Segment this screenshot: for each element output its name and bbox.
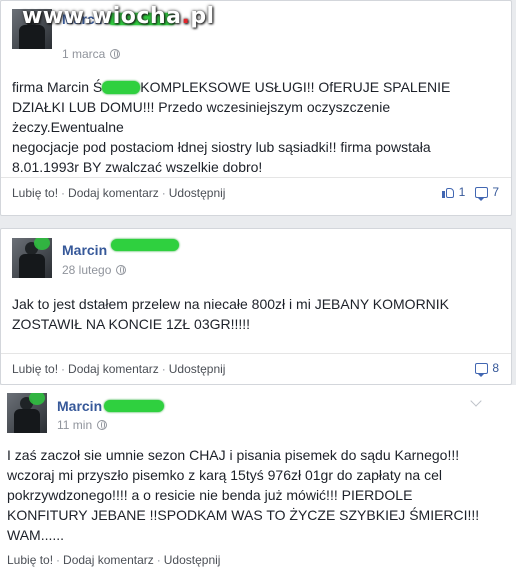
like-count: 1 <box>458 185 466 199</box>
chevron-down-icon[interactable] <box>470 395 482 407</box>
share-link[interactable]: Udostępnij <box>169 362 226 376</box>
comment-icon <box>475 186 489 201</box>
site-watermark: www.wiocha.pl <box>22 4 215 29</box>
censor-scribble <box>111 239 179 251</box>
post-counts[interactable]: 1 7 <box>441 185 499 201</box>
like-link[interactable]: Lubię to! <box>12 362 58 376</box>
post-time[interactable]: 28 lutego <box>62 263 127 277</box>
comment-link[interactable]: Dodaj komentarz <box>68 186 159 200</box>
post-3: Marcin 11 min I zaś zaczoł sie umnie sez… <box>0 385 516 572</box>
post-actions: Lubię to! · Dodaj komentarz · Udostępnij <box>7 553 221 567</box>
post-time[interactable]: 1 marca <box>62 47 121 61</box>
globe-icon <box>97 420 108 430</box>
share-link[interactable]: Udostępnij <box>169 186 226 200</box>
globe-icon <box>110 49 121 59</box>
post-actions: Lubię to! · Dodaj komentarz · Udostępnij <box>12 186 226 200</box>
post-2: Marcin 28 lutego Jak to jest dstałem prz… <box>0 228 512 385</box>
like-link[interactable]: Lubię to! <box>7 553 53 567</box>
thumbs-up-icon <box>441 186 455 198</box>
comment-link[interactable]: Dodaj komentarz <box>63 553 154 567</box>
censor-scribble <box>102 81 141 94</box>
comment-link[interactable]: Dodaj komentarz <box>68 362 159 376</box>
comment-count: 8 <box>492 361 499 375</box>
like-link[interactable]: Lubię to! <box>12 186 58 200</box>
post-text: Jak to jest dstałem przelew na niecałe 8… <box>12 296 450 332</box>
comment-count: 7 <box>492 185 499 199</box>
post-text: I zaś zaczoł sie umnie sezon CHAJ i pisa… <box>7 447 480 543</box>
post-counts[interactable]: 8 <box>469 361 499 377</box>
post-1: Marcin 1 marca firma Marcin Ś KOMPLEKSOWE… <box>0 0 512 216</box>
censor-scribble <box>104 400 164 412</box>
comment-icon <box>475 362 489 377</box>
author-name[interactable]: Marcin <box>62 242 107 258</box>
post-actions: Lubię to! · Dodaj komentarz · Udostępnij <box>12 362 226 376</box>
post-time[interactable]: 11 min <box>57 418 108 432</box>
post-text: firma Marcin Ś KOMPLEKSOWE USŁUGI!! OfERU… <box>12 79 451 175</box>
share-link[interactable]: Udostępnij <box>164 553 221 567</box>
avatar[interactable] <box>12 238 52 278</box>
globe-icon <box>116 265 127 275</box>
avatar[interactable] <box>7 393 47 433</box>
author-name[interactable]: Marcin <box>57 398 102 414</box>
